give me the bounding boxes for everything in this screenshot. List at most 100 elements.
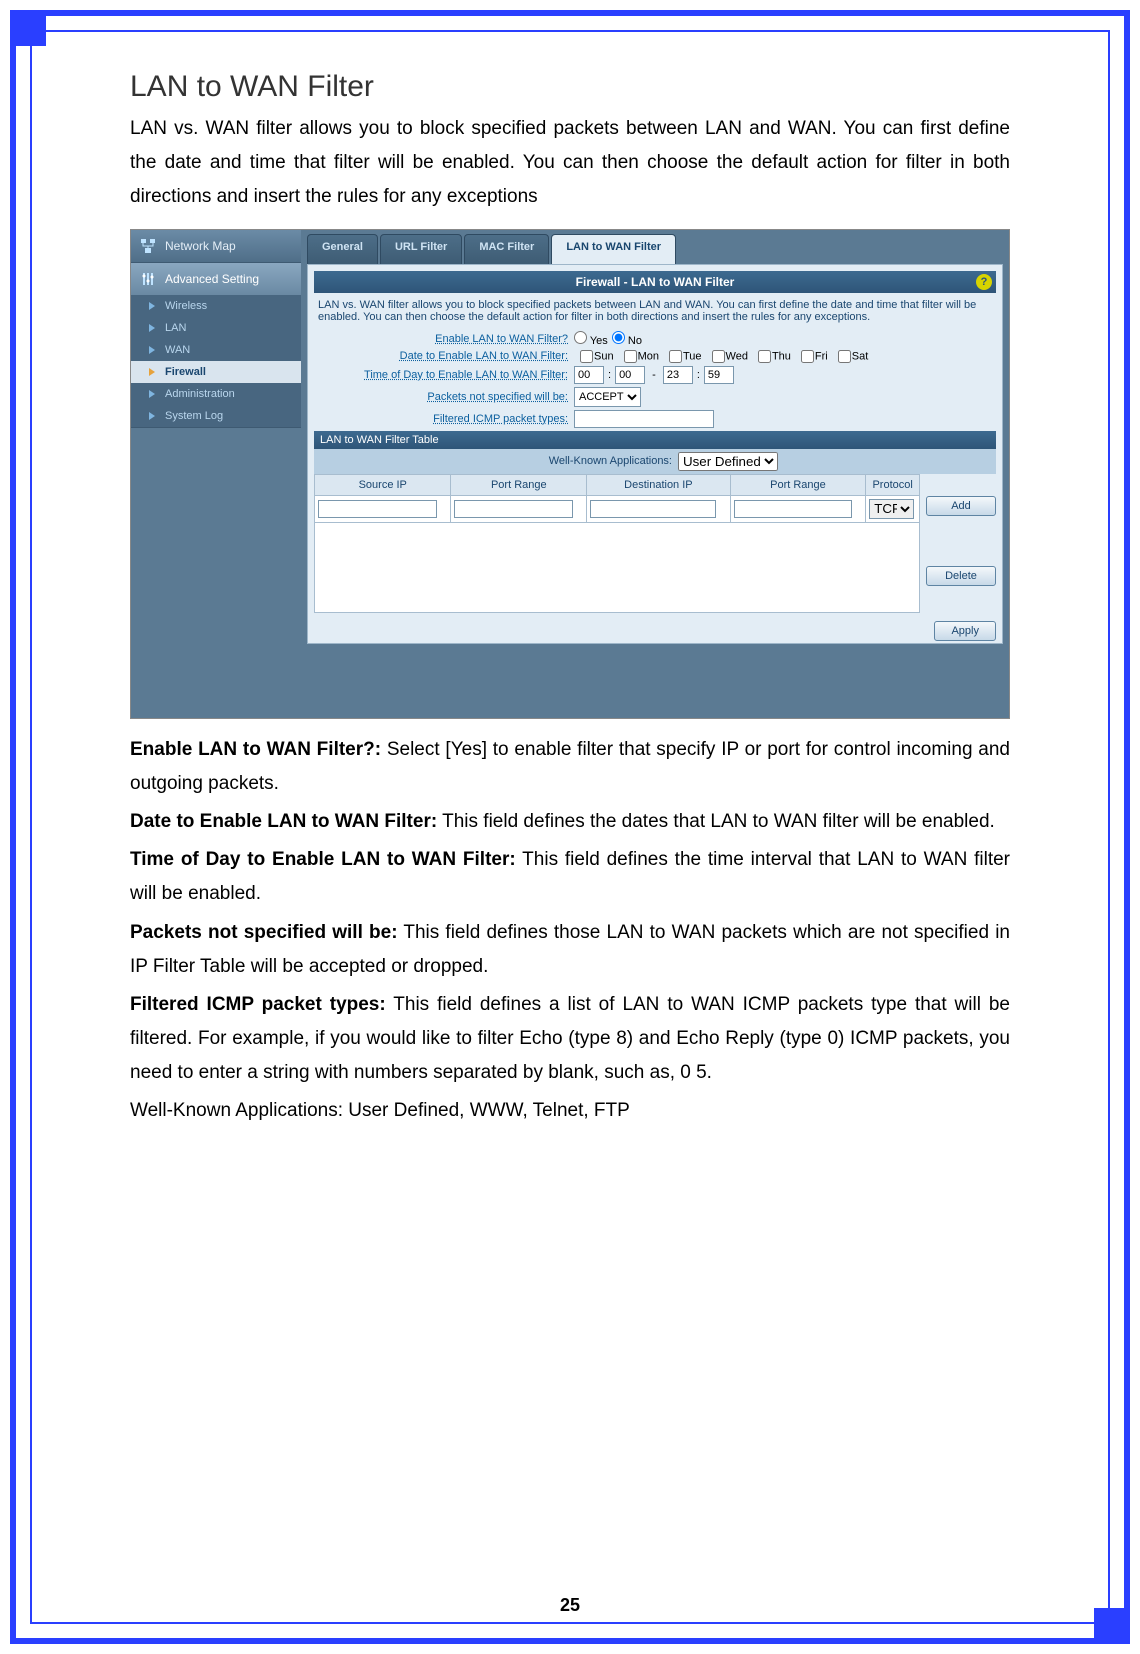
- filter-table: Source IP Port Range Destination IP Port…: [314, 474, 920, 613]
- chk-fri[interactable]: [801, 350, 814, 363]
- tab-mac-filter[interactable]: MAC Filter: [464, 234, 549, 264]
- panel-title-bar: Firewall - LAN to WAN Filter ?: [314, 271, 996, 293]
- input-time-end-hour[interactable]: [663, 366, 693, 384]
- delete-button[interactable]: Delete: [926, 566, 996, 586]
- chk-mon-wrap[interactable]: Mon: [618, 350, 659, 363]
- chk-sat-wrap[interactable]: Sat: [832, 350, 869, 363]
- apply-button[interactable]: Apply: [934, 621, 996, 641]
- chk-sat-label: Sat: [852, 350, 869, 362]
- radio-no-label: No: [628, 335, 642, 347]
- sidebar-network-map[interactable]: Network Map: [131, 230, 301, 262]
- select-protocol[interactable]: TCP: [869, 499, 913, 519]
- input-source-ip[interactable]: [318, 500, 437, 518]
- chk-sat[interactable]: [838, 350, 851, 363]
- chk-thu[interactable]: [758, 350, 771, 363]
- label-icmp-types: Filtered ICMP packet types:: [314, 413, 574, 425]
- panel-description: LAN vs. WAN filter allows you to block s…: [314, 293, 996, 331]
- advanced-setting-icon: [139, 270, 157, 288]
- label-wka: Well-Known Applications:: [318, 455, 678, 467]
- label-packets-default: Packets not specified will be:: [314, 391, 574, 403]
- sidebar-advanced-setting-label: Advanced Setting: [165, 272, 259, 286]
- triangle-icon: [149, 390, 155, 398]
- triangle-icon: [149, 412, 155, 420]
- triangle-icon: [149, 368, 155, 376]
- table-empty-row: [315, 522, 920, 612]
- desc-icmp-label: Filtered ICMP packet types:: [130, 994, 386, 1015]
- select-packets-default[interactable]: ACCEPT: [574, 387, 641, 407]
- chk-sun-wrap[interactable]: Sun: [574, 350, 614, 363]
- label-time-enable: Time of Day to Enable LAN to WAN Filter:: [314, 369, 574, 381]
- sidebar-item-system-log[interactable]: System Log: [131, 405, 301, 427]
- chk-thu-label: Thu: [772, 350, 791, 362]
- th-port-range-2: Port Range: [730, 474, 866, 495]
- chk-mon[interactable]: [624, 350, 637, 363]
- tab-url-filter[interactable]: URL Filter: [380, 234, 462, 264]
- triangle-icon: [149, 302, 155, 310]
- sidebar: Network Map Advanced Setting Wireless LA…: [131, 230, 301, 718]
- tab-bar: General URL Filter MAC Filter LAN to WAN…: [307, 234, 1003, 264]
- chk-sun[interactable]: [580, 350, 593, 363]
- sidebar-item-lan[interactable]: LAN: [131, 317, 301, 339]
- panel-title: Firewall - LAN to WAN Filter: [576, 275, 735, 289]
- th-destination-ip: Destination IP: [587, 474, 731, 495]
- input-port-range-2[interactable]: [734, 500, 852, 518]
- input-icmp-types[interactable]: [574, 410, 714, 428]
- radio-yes-wrap[interactable]: Yes: [574, 331, 608, 347]
- radio-yes-label: Yes: [590, 335, 608, 347]
- input-time-end-min[interactable]: [704, 366, 734, 384]
- label-enable-filter: Enable LAN to WAN Filter?: [314, 333, 574, 345]
- filter-table-title: LAN to WAN Filter Table: [314, 431, 996, 449]
- radio-no-wrap[interactable]: No: [612, 331, 642, 347]
- chk-tue-wrap[interactable]: Tue: [663, 350, 702, 363]
- triangle-icon: [149, 324, 155, 332]
- sidebar-item-wireless[interactable]: Wireless: [131, 295, 301, 317]
- chk-tue[interactable]: [669, 350, 682, 363]
- desc-enable-label: Enable LAN to WAN Filter?:: [130, 739, 381, 760]
- corner-tl: [10, 10, 46, 46]
- select-wka[interactable]: User Defined: [678, 452, 778, 471]
- triangle-icon: [149, 346, 155, 354]
- desc-date-text: This field defines the dates that LAN to…: [437, 811, 995, 832]
- sidebar-item-administration[interactable]: Administration: [131, 383, 301, 405]
- input-time-start-hour[interactable]: [574, 366, 604, 384]
- chk-fri-label: Fri: [815, 350, 828, 362]
- input-port-range-1[interactable]: [454, 500, 572, 518]
- sidebar-item-firewall[interactable]: Firewall: [131, 361, 301, 383]
- chk-fri-wrap[interactable]: Fri: [795, 350, 828, 363]
- sidebar-item-label: Wireless: [165, 300, 207, 312]
- add-button[interactable]: Add: [926, 496, 996, 516]
- help-icon[interactable]: ?: [976, 274, 992, 290]
- router-ui-screenshot: Network Map Advanced Setting Wireless LA…: [130, 229, 1010, 719]
- page-number: 25: [0, 1595, 1140, 1616]
- chk-sun-label: Sun: [594, 350, 614, 362]
- tab-general[interactable]: General: [307, 234, 378, 264]
- th-protocol: Protocol: [866, 474, 920, 495]
- network-map-icon: [139, 237, 157, 255]
- tab-lan-to-wan-filter[interactable]: LAN to WAN Filter: [551, 234, 676, 264]
- sidebar-item-label: System Log: [165, 410, 223, 422]
- desc-date-label: Date to Enable LAN to WAN Filter:: [130, 811, 437, 832]
- chk-thu-wrap[interactable]: Thu: [752, 350, 791, 363]
- radio-yes[interactable]: [574, 331, 587, 344]
- th-port-range-1: Port Range: [451, 474, 587, 495]
- input-time-start-min[interactable]: [615, 366, 645, 384]
- page-title: LAN to WAN Filter: [130, 70, 1010, 104]
- chk-wed-label: Wed: [726, 350, 748, 362]
- main-panel: General URL Filter MAC Filter LAN to WAN…: [301, 230, 1009, 718]
- sidebar-advanced-setting[interactable]: Advanced Setting: [131, 263, 301, 295]
- sidebar-item-wan[interactable]: WAN: [131, 339, 301, 361]
- table-header-row: Source IP Port Range Destination IP Port…: [315, 474, 920, 495]
- chk-wed[interactable]: [712, 350, 725, 363]
- radio-no[interactable]: [612, 331, 625, 344]
- input-destination-ip[interactable]: [590, 500, 716, 518]
- sidebar-item-label: Firewall: [165, 366, 206, 378]
- descriptions-block: Enable LAN to WAN Filter?: Select [Yes] …: [130, 733, 1010, 1129]
- sidebar-item-label: LAN: [165, 322, 186, 334]
- label-date-enable: Date to Enable LAN to WAN Filter:: [314, 350, 574, 362]
- desc-time-label: Time of Day to Enable LAN to WAN Filter:: [130, 849, 516, 870]
- sidebar-item-label: WAN: [165, 344, 190, 356]
- chk-tue-label: Tue: [683, 350, 702, 362]
- chk-mon-label: Mon: [638, 350, 659, 362]
- chk-wed-wrap[interactable]: Wed: [706, 350, 748, 363]
- intro-paragraph: LAN vs. WAN filter allows you to block s…: [130, 112, 1010, 215]
